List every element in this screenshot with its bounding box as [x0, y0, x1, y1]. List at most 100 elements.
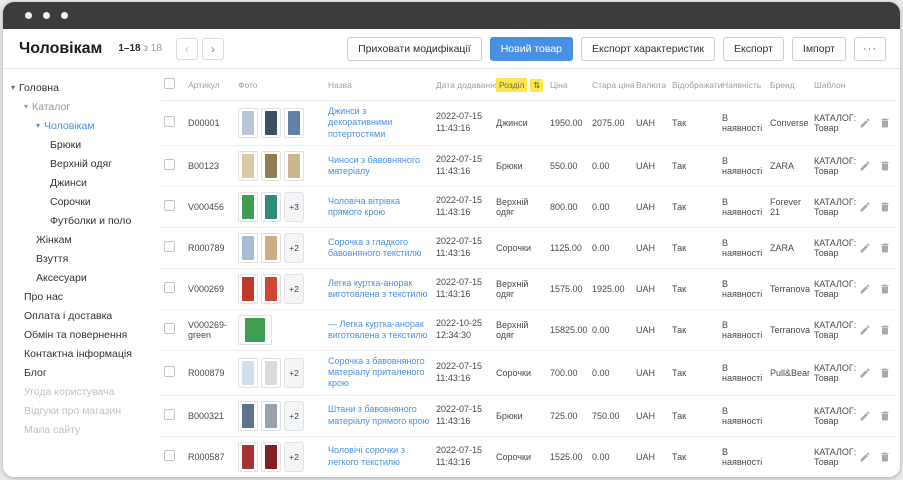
- sidebar-item-17[interactable]: Угода користувача: [3, 382, 153, 401]
- column-header-9[interactable]: Відображати: [669, 69, 719, 101]
- more-actions-button[interactable]: ···: [854, 37, 886, 61]
- product-thumbnail[interactable]: [261, 151, 281, 181]
- product-name-link[interactable]: Чоловіча вітрівка прямого крою: [328, 196, 430, 219]
- import-button[interactable]: Імпорт: [792, 37, 846, 61]
- delete-icon[interactable]: [879, 324, 891, 336]
- product-name-link[interactable]: Легка куртка-анорак виготовлена з тексти…: [328, 278, 430, 301]
- row-checkbox[interactable]: [164, 323, 175, 334]
- sidebar-item-13[interactable]: Оплата і доставка: [3, 306, 153, 325]
- delete-icon[interactable]: [879, 160, 891, 172]
- row-checkbox[interactable]: [164, 116, 175, 127]
- product-thumbnail[interactable]: [238, 442, 258, 472]
- hide-modifications-button[interactable]: Приховати модифікації: [347, 37, 482, 61]
- row-checkbox[interactable]: [164, 409, 175, 420]
- sidebar-item-14[interactable]: Обмін та повернення: [3, 325, 153, 344]
- sidebar-item-1[interactable]: ▾Головна: [3, 78, 153, 97]
- export-button[interactable]: Експорт: [723, 37, 784, 61]
- delete-icon[interactable]: [879, 283, 891, 295]
- product-thumbnail[interactable]: [261, 274, 281, 304]
- edit-icon[interactable]: [860, 201, 871, 213]
- edit-icon[interactable]: [860, 160, 871, 172]
- product-thumbnail[interactable]: [261, 358, 281, 388]
- delete-icon[interactable]: [879, 367, 891, 379]
- product-name-link[interactable]: Сорочка з гладкого бавовняного текстилю: [328, 237, 430, 260]
- product-thumbnail[interactable]: [238, 358, 258, 388]
- sidebar-item-15[interactable]: Контактна інформація: [3, 344, 153, 363]
- product-thumbnail[interactable]: [284, 108, 304, 138]
- edit-icon[interactable]: [860, 283, 871, 295]
- edit-icon[interactable]: [860, 410, 871, 422]
- delete-icon[interactable]: [879, 242, 891, 254]
- sidebar-item-10[interactable]: Взуття: [3, 249, 153, 268]
- more-photos-badge[interactable]: +3: [284, 192, 304, 222]
- row-checkbox[interactable]: [164, 366, 175, 377]
- edit-icon[interactable]: [860, 242, 871, 254]
- product-thumbnail[interactable]: [261, 108, 281, 138]
- prev-page-button[interactable]: ‹: [176, 38, 198, 60]
- sidebar-item-2[interactable]: ▾Каталог: [3, 97, 153, 116]
- delete-icon[interactable]: [879, 451, 891, 463]
- product-thumbnail[interactable]: [238, 233, 258, 263]
- product-thumbnail[interactable]: [238, 315, 272, 345]
- next-page-button[interactable]: ›: [202, 38, 224, 60]
- column-header-4[interactable]: Дата додавання: [433, 69, 493, 101]
- product-thumbnail[interactable]: [238, 274, 258, 304]
- column-header-3[interactable]: Назва: [325, 69, 433, 101]
- product-thumbnail[interactable]: [238, 151, 258, 181]
- edit-icon[interactable]: [860, 451, 871, 463]
- product-name-link[interactable]: Чиноси з бавовняного матеріалу: [328, 155, 430, 178]
- column-header-12[interactable]: Шаблон: [811, 69, 860, 101]
- sidebar-item-4[interactable]: Брюки: [3, 135, 153, 154]
- product-thumbnail[interactable]: [238, 108, 258, 138]
- sidebar-item-19[interactable]: Мапа сайту: [3, 420, 153, 439]
- column-header-11[interactable]: Бренд: [767, 69, 811, 101]
- row-checkbox[interactable]: [164, 282, 175, 293]
- window-control-dot-2[interactable]: [43, 12, 50, 19]
- window-control-dot-1[interactable]: [25, 12, 32, 19]
- column-header-5[interactable]: Розділ⇅: [493, 69, 547, 101]
- row-checkbox[interactable]: [164, 200, 175, 211]
- sort-icon[interactable]: ⇅: [530, 79, 543, 92]
- sidebar-item-11[interactable]: Аксесуари: [3, 268, 153, 287]
- sidebar-item-5[interactable]: Верхній одяг: [3, 154, 153, 173]
- product-thumbnail[interactable]: [284, 151, 304, 181]
- new-product-button[interactable]: Новий товар: [490, 37, 573, 61]
- column-header-8[interactable]: Валюта: [633, 69, 669, 101]
- product-thumbnail[interactable]: [261, 442, 281, 472]
- edit-icon[interactable]: [860, 324, 871, 336]
- product-thumbnail[interactable]: [261, 401, 281, 431]
- edit-icon[interactable]: [860, 117, 871, 129]
- column-header-10[interactable]: Наявність: [719, 69, 767, 101]
- product-thumbnail[interactable]: [238, 401, 258, 431]
- sidebar-item-16[interactable]: Блог: [3, 363, 153, 382]
- column-header-2[interactable]: Фото: [235, 69, 325, 101]
- more-photos-badge[interactable]: +2: [284, 233, 304, 263]
- sidebar-item-12[interactable]: Про нас: [3, 287, 153, 306]
- row-checkbox[interactable]: [164, 159, 175, 170]
- product-name-link[interactable]: — Легка куртка-анорак виготовлена з текс…: [328, 319, 430, 342]
- more-photos-badge[interactable]: +2: [284, 401, 304, 431]
- more-photos-badge[interactable]: +2: [284, 442, 304, 472]
- edit-icon[interactable]: [860, 367, 871, 379]
- delete-icon[interactable]: [879, 117, 891, 129]
- sidebar-item-8[interactable]: Футболки и поло: [3, 211, 153, 230]
- sidebar-item-7[interactable]: Сорочки: [3, 192, 153, 211]
- product-name-link[interactable]: Штани з бавовняного матеріалу прямого кр…: [328, 404, 430, 427]
- select-all-checkbox[interactable]: [164, 78, 175, 89]
- row-checkbox[interactable]: [164, 241, 175, 252]
- product-name-link[interactable]: Джинси з декоративними потертостями: [328, 106, 430, 140]
- sidebar-item-9[interactable]: Жінкам: [3, 230, 153, 249]
- product-name-link[interactable]: Сорочка з бавовняного матеріалу притален…: [328, 356, 430, 390]
- sidebar-item-18[interactable]: Відгуки про магазин: [3, 401, 153, 420]
- delete-icon[interactable]: [879, 201, 891, 213]
- sidebar-item-6[interactable]: Джинси: [3, 173, 153, 192]
- column-header-6[interactable]: Ціна: [547, 69, 589, 101]
- sidebar-item-3[interactable]: ▾Чоловікам: [3, 116, 153, 135]
- product-thumbnail[interactable]: [261, 192, 281, 222]
- row-checkbox[interactable]: [164, 450, 175, 461]
- column-header-7[interactable]: Стара ціна: [589, 69, 633, 101]
- product-thumbnail[interactable]: [261, 233, 281, 263]
- product-name-link[interactable]: Чоловічі сорочки з легкого текстилю: [328, 445, 430, 468]
- export-characteristics-button[interactable]: Експорт характеристик: [581, 37, 715, 61]
- column-header-1[interactable]: Артикул: [185, 69, 235, 101]
